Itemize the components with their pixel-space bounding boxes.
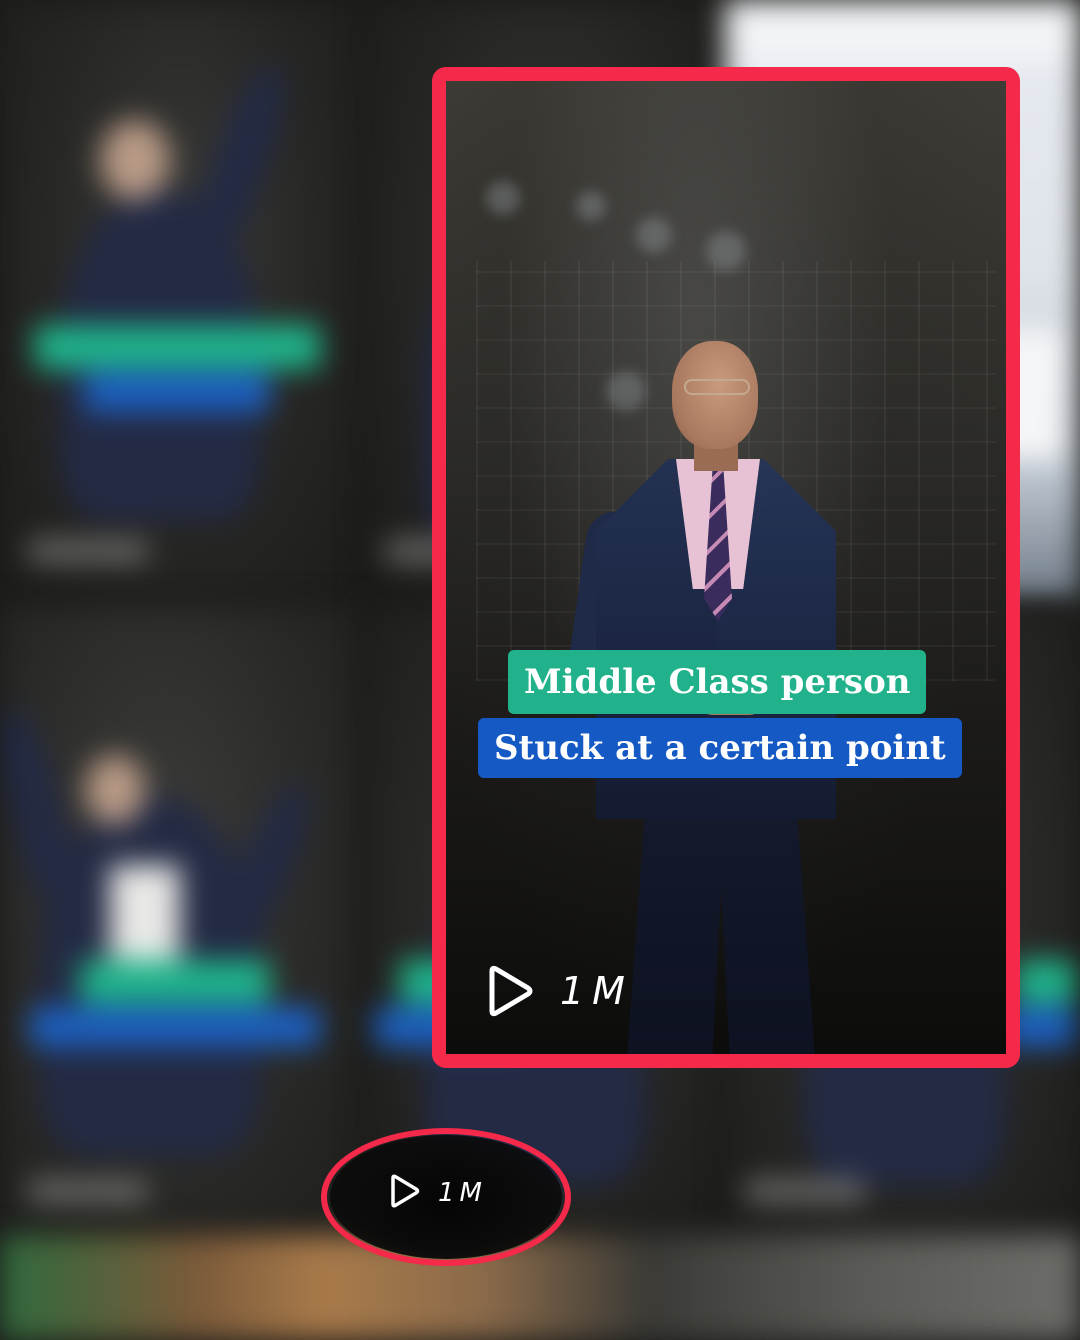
view-count-text: 1M [560, 969, 633, 1013]
play-icon [484, 965, 534, 1017]
callout-view-count-text: 1M [438, 1178, 487, 1208]
caption-line-1: Middle Class person [508, 650, 927, 714]
view-count: 1M [484, 961, 633, 1021]
video-thumbnail-blurred[interactable] [0, 0, 360, 600]
highlighted-video-card[interactable]: Middle Class person Stuck at a certain p… [432, 67, 1020, 1068]
caption-line-2: Stuck at a certain point [478, 718, 962, 778]
video-thumbnail-blurred-row [0, 1235, 1080, 1340]
play-icon [388, 1174, 420, 1212]
video-thumbnail-scene [446, 81, 1006, 1054]
video-thumbnail-blurred[interactable] [0, 605, 360, 1235]
callout-view-count: 1M [388, 1172, 487, 1214]
